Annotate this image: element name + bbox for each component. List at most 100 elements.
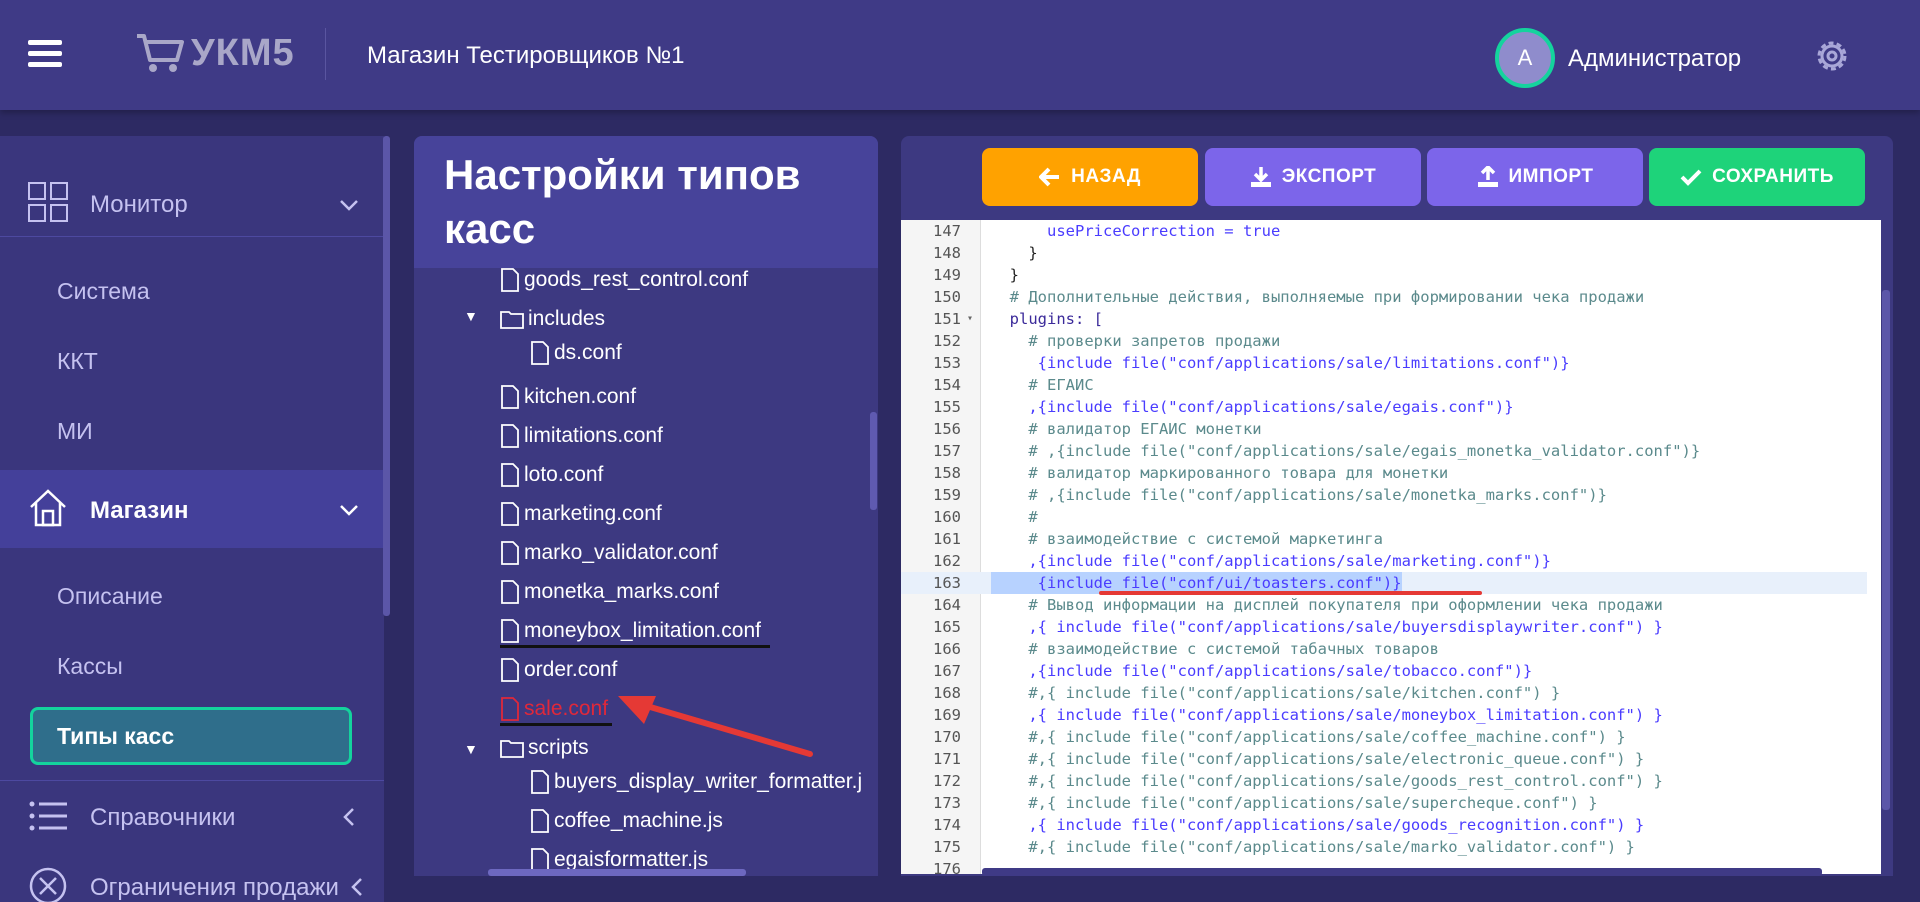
code-line[interactable]: 151 ▾ plugins: [: [901, 308, 1867, 330]
sidebar-item-monitor[interactable]: Монитор: [0, 176, 384, 236]
tree-file-item[interactable]: marko_validator.conf: [500, 536, 718, 570]
folder-icon: [500, 311, 524, 329]
annotation-underline: [500, 645, 770, 648]
sidebar-item-sale-restrictions[interactable]: Ограничения продажи: [0, 862, 384, 902]
code-line[interactable]: 149 }: [901, 264, 1867, 286]
tree-file-item-selected[interactable]: sale.conf: [500, 692, 608, 726]
tree-item-label: monetka_marks.conf: [524, 580, 719, 603]
tree-item-label: limitations.conf: [524, 424, 663, 447]
code-line[interactable]: 154 # ЕГАИС: [901, 374, 1867, 396]
code-line[interactable]: 160 #: [901, 506, 1867, 528]
code-line[interactable]: 161 # взаимодействие с системой маркетин…: [901, 528, 1867, 550]
tree-horizontal-scrollbar[interactable]: [488, 869, 746, 876]
download-icon: [1250, 167, 1271, 187]
line-number: 165: [933, 618, 961, 636]
code-line[interactable]: 152 # проверки запретов продажи: [901, 330, 1867, 352]
sidebar-item-references[interactable]: Справочники: [0, 790, 384, 842]
code-line[interactable]: 166 # взаимодействие с системой табачных…: [901, 638, 1867, 660]
code-text: ,{ include file("conf/applications/sale/…: [991, 706, 1663, 724]
sidebar-item-cashdesk-types[interactable]: Типы касс: [30, 707, 352, 765]
fold-icon[interactable]: ▾: [967, 308, 973, 330]
tree-item-label: coffee_machine.js: [554, 809, 723, 832]
code-text: # ,{include file("conf/applications/sale…: [991, 442, 1701, 460]
code-text: plugins: [: [991, 310, 1103, 328]
sidebar-item-system[interactable]: Система: [57, 278, 150, 305]
folder-icon: [500, 740, 524, 758]
code-text: #,{ include file("conf/applications/sale…: [991, 750, 1645, 768]
file-icon: [501, 580, 519, 604]
line-number: 171: [933, 750, 961, 768]
editor-horizontal-scrollbar[interactable]: [982, 868, 1822, 876]
sidebar-item-mi[interactable]: МИ: [57, 418, 93, 445]
code-line[interactable]: 165 ,{ include file("conf/applications/s…: [901, 616, 1867, 638]
export-button[interactable]: ЭКСПОРТ: [1205, 148, 1421, 206]
menu-icon[interactable]: [28, 40, 62, 68]
code-line[interactable]: 175 #,{ include file("conf/applications/…: [901, 836, 1867, 858]
import-button[interactable]: ИМПОРТ: [1427, 148, 1643, 206]
code-line[interactable]: 173 #,{ include file("conf/applications/…: [901, 792, 1867, 814]
chevron-down-icon: [340, 505, 358, 516]
tree-file-item[interactable]: order.conf: [500, 653, 617, 687]
button-label: ИМПОРТ: [1508, 166, 1594, 187]
code-line[interactable]: 162 ,{include file("conf/applications/sa…: [901, 550, 1867, 572]
tree-file-item[interactable]: limitations.conf: [500, 419, 663, 453]
sidebar-item-store[interactable]: Магазин: [0, 477, 384, 541]
tree-folder-item[interactable]: includes: [500, 302, 605, 336]
code-line[interactable]: 172 #,{ include file("conf/applications/…: [901, 770, 1867, 792]
line-number: 174: [933, 816, 961, 834]
save-button[interactable]: СОХРАНИТЬ: [1649, 148, 1865, 206]
user-name[interactable]: Администратор: [1568, 45, 1741, 73]
sidebar-item-kkt[interactable]: ККТ: [57, 348, 98, 375]
line-number: 173: [933, 794, 961, 812]
tree-file-item[interactable]: goods_rest_control.conf: [500, 263, 748, 297]
line-number: 148: [933, 244, 961, 262]
tree-file-item[interactable]: loto.conf: [500, 458, 603, 492]
tree-scrollbar[interactable]: [870, 412, 877, 510]
code-line[interactable]: 170 #,{ include file("conf/applications/…: [901, 726, 1867, 748]
code-line[interactable]: 158 # валидатор маркированного товара дл…: [901, 462, 1867, 484]
code-line[interactable]: 169 ,{ include file("conf/applications/s…: [901, 704, 1867, 726]
code-line[interactable]: 167 ,{include file("conf/applications/sa…: [901, 660, 1867, 682]
tree-file-item[interactable]: buyers_display_writer_formatter.j: [530, 765, 872, 799]
tree-file-item[interactable]: kitchen.conf: [500, 380, 636, 414]
line-number: 152: [933, 332, 961, 350]
code-editor[interactable]: 147 usePriceCorrection = true 148 } 149 } 1…: [901, 220, 1881, 874]
code-line[interactable]: 157 # ,{include file("conf/applications/…: [901, 440, 1867, 462]
editor-scrollbar[interactable]: [1882, 290, 1890, 810]
tree-file-item[interactable]: moneybox_limitation.conf: [500, 614, 761, 648]
line-number: 166: [933, 640, 961, 658]
tree-file-item[interactable]: monetka_marks.conf: [500, 575, 719, 609]
sidebar-item-cashdesks[interactable]: Кассы: [57, 653, 123, 680]
annotation-underline: [500, 723, 612, 726]
gear-icon[interactable]: [1812, 36, 1852, 76]
avatar[interactable]: A: [1495, 28, 1555, 88]
file-icon: [501, 463, 519, 487]
tree-file-item[interactable]: ds.conf: [530, 336, 622, 370]
tree-file-item[interactable]: coffee_machine.js: [530, 804, 723, 838]
file-icon: [531, 770, 549, 794]
caret-down-icon[interactable]: ▼: [464, 741, 478, 757]
code-line[interactable]: 150 # Дополнительные действия, выполняем…: [901, 286, 1867, 308]
code-line[interactable]: 164 # Вывод информации на дисплей покупа…: [901, 594, 1867, 616]
back-button[interactable]: НАЗАД: [982, 148, 1198, 206]
code-line[interactable]: 155 ,{include file("conf/applications/sa…: [901, 396, 1867, 418]
code-line[interactable]: 156 # валидатор ЕГАИС монетки: [901, 418, 1867, 440]
code-text: # Вывод информации на дисплей покупателя…: [991, 596, 1663, 614]
code-line[interactable]: 153 {include file("conf/applications/sal…: [901, 352, 1867, 374]
code-line[interactable]: 159 # ,{include file("conf/applications/…: [901, 484, 1867, 506]
tree-folder-item[interactable]: scripts: [500, 731, 589, 765]
code-line[interactable]: 171 #,{ include file("conf/applications/…: [901, 748, 1867, 770]
line-number: 175: [933, 838, 961, 856]
tree-file-item[interactable]: marketing.conf: [500, 497, 662, 531]
code-line[interactable]: 174 ,{ include file("conf/applications/s…: [901, 814, 1867, 836]
code-line[interactable]: 168 #,{ include file("conf/applications/…: [901, 682, 1867, 704]
tree-item-label: ds.conf: [554, 341, 622, 364]
logo[interactable]: УКМ5: [135, 30, 295, 76]
sidebar-scrollbar[interactable]: [383, 136, 390, 616]
code-line[interactable]: 148 }: [901, 242, 1867, 264]
tree-item-label: scripts: [528, 736, 589, 759]
sidebar-item-description[interactable]: Описание: [57, 583, 163, 610]
close-circle-icon: [29, 867, 67, 902]
caret-down-icon[interactable]: ▼: [464, 308, 478, 324]
code-line[interactable]: 147 usePriceCorrection = true: [901, 220, 1867, 242]
